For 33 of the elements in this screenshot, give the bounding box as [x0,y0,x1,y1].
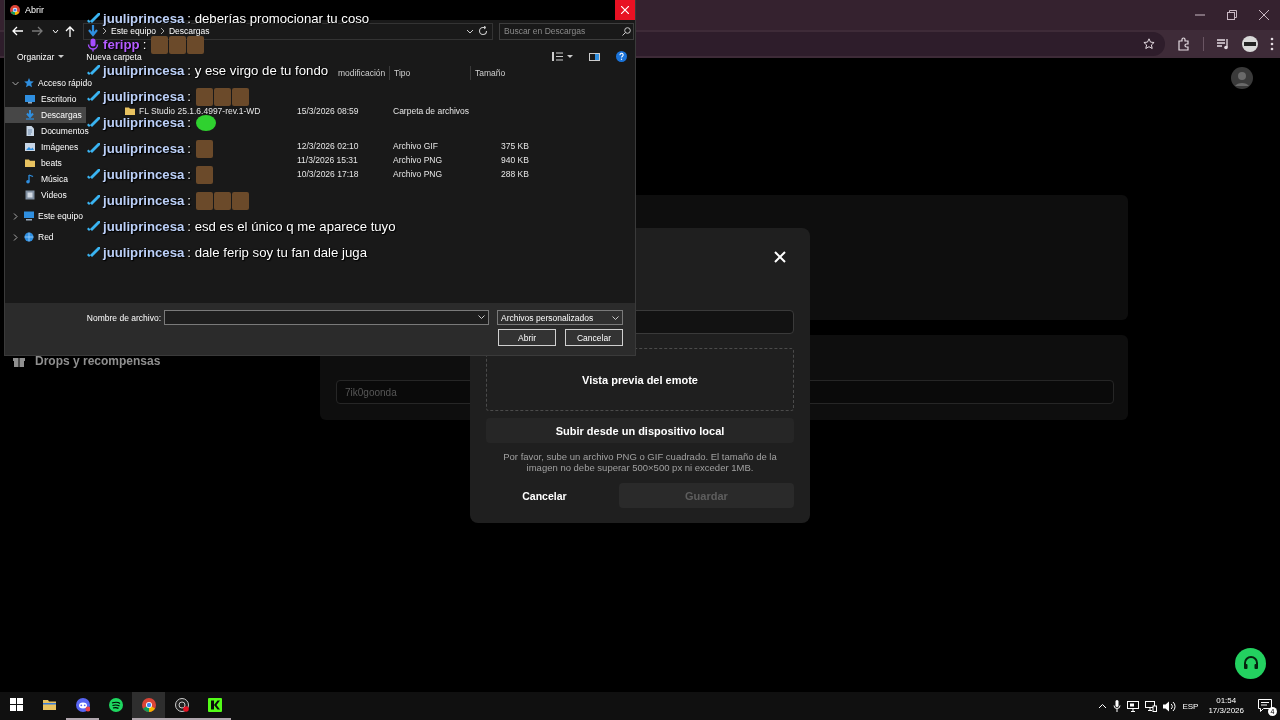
file-date: 12/3/2026 02:10 [297,141,359,151]
file-size: 375 KB [501,141,529,151]
chat-message: : [142,38,147,52]
chat-message: : [187,168,192,182]
chat-message: : dale ferip soy tu fan dale juga [187,246,367,260]
username: juuliprincesa [103,142,185,156]
file-type: Carpeta de archivos [393,106,470,116]
chat-message: : [187,194,192,208]
username: juuliprincesa [103,168,185,182]
chat-message: : esd es el único q me aparece tuyo [187,220,396,234]
file-date: 11/3/2026 15:31 [297,155,358,165]
window-title: Abrir [25,5,45,15]
username: juuliprincesa [103,246,185,260]
file-date: 10/3/2026 17:18 [297,169,359,179]
username: juuliprincesa [103,64,185,78]
help-text: Por favor, sube un archivo PNG o GIF cuadrado. El tamaño de la imagen no debe superar 500×500 px ni exceder 1MB. [502,451,778,473]
file-size: 288 KB [501,169,529,179]
field-label: Nombre de archivo: [86,312,161,323]
username: feripp [103,38,140,52]
username: juuliprincesa [103,220,185,234]
username: juuliprincesa [103,194,185,208]
chat-message: : [187,116,192,130]
file-name: FL Studio 25.1.6.4997-rev.1-WD [139,106,261,116]
chat-message: : [187,142,192,156]
file-date: 15/3/2026 08:59 [297,106,359,116]
username: juuliprincesa [103,116,185,130]
chat-message: : [187,90,192,104]
file-type: Archivo PNG [393,169,443,179]
chat-message: : y ese virgo de tu fondo [187,64,329,78]
username: juuliprincesa [103,90,185,104]
file-type: Archivo PNG [393,155,443,165]
file-size: 940 KB [501,155,529,165]
file-type: Archivo GIF [393,141,438,151]
